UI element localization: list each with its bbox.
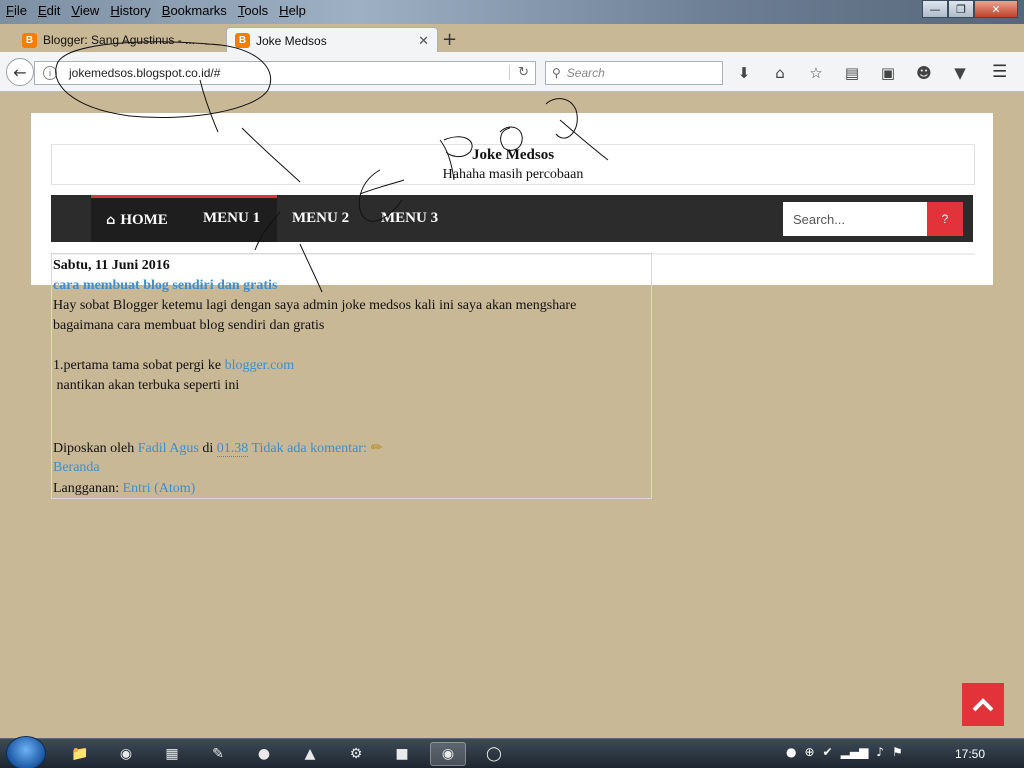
site-info-icon[interactable]: i — [43, 66, 57, 80]
minimize-button[interactable]: — — [922, 0, 948, 18]
post-body-line-1: Hay sobat Blogger ketemu lagi dengan say… — [53, 298, 577, 313]
burner-icon[interactable]: ● — [246, 742, 282, 766]
connection-icon[interactable]: ⚙ — [338, 742, 374, 766]
home-icon[interactable]: ⌂ — [769, 62, 791, 84]
search-icon: ⚲ — [552, 66, 561, 80]
emoji-icon[interactable]: ☻ — [913, 62, 935, 84]
subscribe-row: Langganan: Entri (Atom) — [53, 479, 195, 499]
blog-post: Sabtu, 11 Juni 2016 cara membuat blog se… — [51, 253, 652, 499]
comments-link[interactable]: Tidak ada komentar: — [251, 441, 366, 456]
menu-history[interactable]: History — [106, 3, 154, 18]
window-controls: — ❐ ✕ — [922, 0, 1018, 18]
close-window-button[interactable]: ✕ — [974, 0, 1018, 18]
tab-title: Joke Medsos — [256, 33, 327, 48]
blog-nav-bar: ⌂ HOME MENU 1 MENU 2 MENU 3 ? — [51, 195, 973, 242]
tab-blogger[interactable]: B Blogger: Sang Agustinus - ... — [14, 27, 226, 53]
url-bar[interactable]: i jokemedsos.blogspot.co.id/# ↻ — [34, 61, 536, 85]
step-text: 1.pertama tama sobat pergi ke — [53, 358, 225, 373]
menu-edit[interactable]: Edit — [34, 3, 64, 18]
pocket-icon[interactable]: ▼ — [949, 62, 971, 84]
blog-search-input[interactable] — [783, 202, 927, 236]
scroll-to-top-button[interactable] — [962, 683, 1004, 726]
firefox-icon[interactable]: ◉ — [430, 742, 466, 766]
action-center-flag-icon[interactable]: ⚑ — [892, 745, 903, 759]
media-icon[interactable]: ▦ — [154, 742, 190, 766]
hamburger-menu-icon[interactable]: ☰ — [992, 62, 1007, 82]
explorer-icon[interactable]: 📁 — [62, 742, 98, 766]
at-label: di — [198, 441, 217, 456]
post-title-link[interactable]: cara membuat blog sendiri dan gratis — [53, 276, 277, 296]
blogger-link[interactable]: blogger.com — [225, 358, 295, 373]
pencil-edit-icon[interactable]: ✏ — [371, 440, 383, 456]
navigation-toolbar: ← i jokemedsos.blogspot.co.id/# ↻ ⚲ Sear… — [0, 52, 1024, 92]
tab-strip: B Blogger: Sang Agustinus - ... B Joke M… — [0, 24, 1024, 53]
reload-icon[interactable]: ↻ — [509, 65, 529, 80]
home-icon: ⌂ — [106, 212, 116, 228]
browser-search-input[interactable]: ⚲ Search — [545, 61, 723, 85]
nav-menu-3[interactable]: MENU 3 — [381, 195, 438, 242]
tab-joke-medsos[interactable]: B Joke Medsos ✕ — [226, 27, 438, 53]
tab-title: Blogger: Sang Agustinus - ... — [43, 33, 196, 47]
post-time-link[interactable]: 01.38 — [216, 441, 249, 457]
taskbar-clock[interactable]: 17:50 — [955, 747, 985, 761]
blog-header: Joke Medsos Hahaha masih percobaan — [51, 144, 975, 185]
post-step-2: nantikan akan terbuka seperti ini — [53, 378, 240, 393]
screenshot-icon[interactable]: ▣ — [877, 62, 899, 84]
blog-search-button[interactable]: ? — [927, 202, 963, 236]
back-arrow-icon[interactable]: ← — [6, 58, 34, 86]
url-text: jokemedsos.blogspot.co.id/# — [69, 66, 221, 80]
utility-icon[interactable]: ■ — [384, 742, 420, 766]
author-link[interactable]: Fadil Agus — [138, 441, 199, 456]
new-tab-icon[interactable]: + — [442, 29, 457, 50]
post-date: Sabtu, 11 Juni 2016 — [53, 258, 170, 273]
windows-taskbar: 📁 ◉ ▦ ✎ ● ▲ ⚙ ■ ◉ ◯ ● ⊕ ✔ ▂▄▆ ♪ ⚑ 17:50 — [0, 736, 1024, 768]
tab-close-icon[interactable]: ✕ — [418, 33, 429, 49]
toolbar-icons: ⬇ ⌂ ☆ ▤ ▣ ☻ ▼ — [733, 62, 985, 84]
network-signal-icon[interactable]: ▂▄▆ — [841, 745, 869, 759]
post-footer: Diposkan oleh Fadil Agus di 01.38 Tidak … — [53, 438, 383, 459]
subscribe-label: Langganan: — [53, 481, 123, 496]
bookmark-star-icon[interactable]: ☆ — [805, 62, 827, 84]
posted-by-label: Diposkan oleh — [53, 441, 138, 456]
maximize-button[interactable]: ❐ — [948, 0, 974, 18]
atom-feed-link[interactable]: Entri (Atom) — [123, 481, 196, 496]
chevron-up-icon — [972, 697, 994, 711]
volume-icon[interactable]: ♪ — [876, 745, 884, 759]
vlc-icon[interactable]: ▲ — [292, 742, 328, 766]
blog-title[interactable]: Joke Medsos — [52, 147, 974, 164]
chrome-icon[interactable]: ◉ — [108, 742, 144, 766]
nav-menu-2[interactable]: MENU 2 — [292, 195, 349, 242]
menu-bar: File Edit View History Bookmarks Tools H… — [0, 0, 313, 20]
tray-app-icon[interactable]: ● — [786, 745, 796, 759]
blog-description: Hahaha masih percobaan — [442, 167, 584, 182]
tray-check-icon[interactable]: ✔ — [823, 745, 833, 759]
start-button[interactable] — [6, 736, 46, 768]
menu-bookmarks[interactable]: Bookmarks — [158, 3, 231, 18]
post-body-line-2: bagaimana cara membuat blog sendiri dan … — [53, 318, 325, 333]
home-page-link[interactable]: Beranda — [53, 458, 100, 478]
browser-search-placeholder: Search — [566, 66, 605, 80]
menu-tools[interactable]: Tools — [234, 3, 272, 18]
menu-view[interactable]: View — [67, 3, 103, 18]
blogger-favicon-icon: B — [235, 33, 250, 48]
tool-icon[interactable]: ✎ — [200, 742, 236, 766]
tray-add-icon[interactable]: ⊕ — [804, 745, 814, 759]
blogger-favicon-icon: B — [22, 32, 37, 48]
menu-file[interactable]: File — [2, 3, 31, 18]
app-icon[interactable]: ◯ — [476, 742, 512, 766]
nav-home-label: HOME — [120, 211, 168, 228]
menu-help[interactable]: Help — [275, 3, 310, 18]
nav-menu-1[interactable]: MENU 1 — [203, 195, 260, 242]
post-step-1: 1.pertama tama sobat pergi ke blogger.co… — [53, 356, 294, 376]
reading-list-icon[interactable]: ▤ — [841, 62, 863, 84]
download-icon[interactable]: ⬇ — [733, 62, 755, 84]
system-tray: ● ⊕ ✔ ▂▄▆ ♪ ⚑ — [786, 745, 911, 759]
